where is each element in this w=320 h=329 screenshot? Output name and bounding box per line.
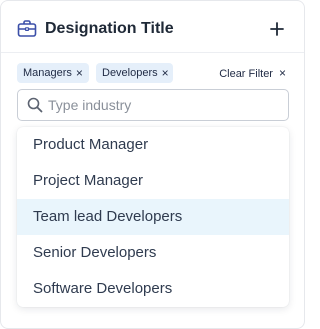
close-icon: × [278, 66, 286, 80]
industry-dropdown: Product Manager Project Manager Team lea… [17, 127, 289, 307]
plus-icon[interactable] [266, 18, 288, 40]
filter-chip-developers: Developers × [96, 63, 173, 83]
designation-filter-panel: Designation Title Managers × Developers × … [0, 0, 305, 329]
chip-remove-icon[interactable]: × [162, 63, 169, 83]
search-input[interactable] [48, 94, 280, 116]
search-icon [27, 97, 43, 113]
dropdown-option-project-manager[interactable]: Project Manager [17, 163, 289, 199]
dropdown-option-product-manager[interactable]: Product Manager [17, 127, 289, 163]
chip-label: Developers [102, 67, 158, 79]
chip-remove-icon[interactable]: × [76, 63, 83, 83]
filter-chip-managers: Managers × [17, 63, 89, 83]
dropdown-option-software-developers[interactable]: Software Developers [17, 271, 289, 307]
dropdown-option-team-lead-developers[interactable]: Team lead Developers [17, 199, 289, 235]
clear-filter-button[interactable]: Clear Filter × [219, 63, 286, 83]
clear-filter-label: Clear Filter [219, 68, 273, 80]
dropdown-option-senior-developers[interactable]: Senior Developers [17, 235, 289, 271]
header-divider [1, 52, 304, 53]
search-box [17, 89, 289, 121]
panel-title: Designation Title [45, 20, 174, 37]
briefcase-icon [16, 18, 38, 40]
panel-header: Designation Title [1, 1, 304, 57]
chip-label: Managers [23, 67, 72, 79]
